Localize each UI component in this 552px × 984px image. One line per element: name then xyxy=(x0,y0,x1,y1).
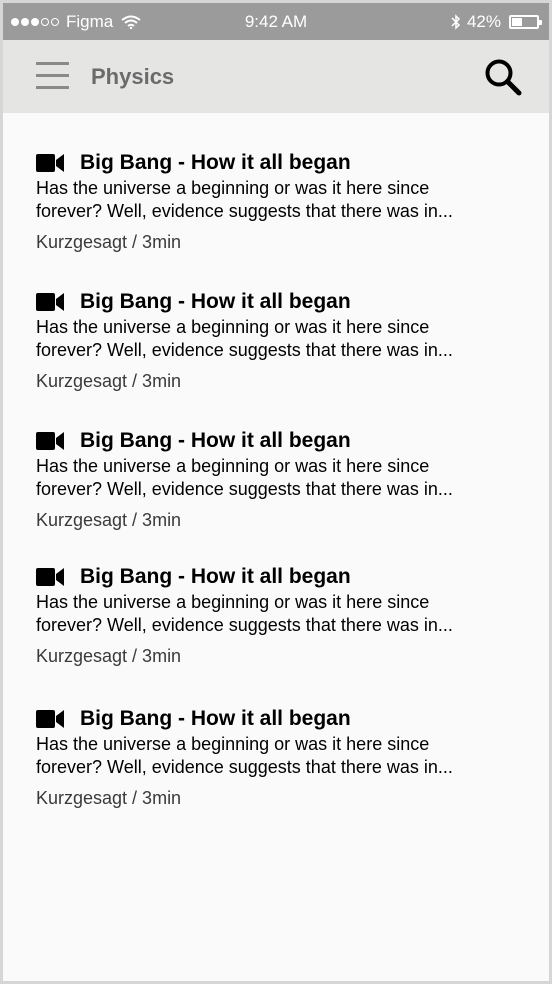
list-item[interactable]: Big Bang - How it all began Has the univ… xyxy=(36,150,526,253)
item-title-row: Big Bang - How it all began xyxy=(36,289,526,315)
phone-screen: Figma 9:42 AM 42% Physics Big Bang - How… xyxy=(3,3,549,981)
item-title: Big Bang - How it all began xyxy=(80,290,351,313)
video-camera-icon xyxy=(36,154,64,172)
item-title: Big Bang - How it all began xyxy=(80,707,351,730)
item-title-row: Big Bang - How it all began xyxy=(36,564,526,590)
item-description-line: forever? Well, evidence suggests that th… xyxy=(36,615,453,635)
item-description: Has the universe a beginning or was it h… xyxy=(36,733,526,779)
item-description-line: forever? Well, evidence suggests that th… xyxy=(36,479,453,499)
item-description-line: Has the universe a beginning or was it h… xyxy=(36,456,430,476)
item-description-line: forever? Well, evidence suggests that th… xyxy=(36,201,453,221)
app-header: Physics xyxy=(3,40,549,113)
item-meta: Kurzgesagt / 3min xyxy=(36,646,182,666)
battery-percent: 42% xyxy=(466,11,501,31)
video-camera-icon xyxy=(36,432,64,450)
item-meta: Kurzgesagt / 3min xyxy=(36,371,182,391)
battery-icon xyxy=(509,14,542,29)
status-bar: Figma 9:42 AM 42% xyxy=(3,3,549,40)
video-camera-icon xyxy=(36,568,64,586)
status-right: 42% xyxy=(451,3,542,40)
menu-line xyxy=(36,74,69,77)
item-description: Has the universe a beginning or was it h… xyxy=(36,177,526,223)
list-item[interactable]: Big Bang - How it all began Has the univ… xyxy=(36,706,526,809)
video-camera-icon xyxy=(36,293,64,311)
item-description-line: forever? Well, evidence suggests that th… xyxy=(36,757,453,777)
item-meta: Kurzgesagt / 3min xyxy=(36,510,182,530)
video-camera-icon xyxy=(36,710,64,728)
list-item[interactable]: Big Bang - How it all began Has the univ… xyxy=(36,564,526,667)
item-meta: Kurzgesagt / 3min xyxy=(36,232,182,252)
item-description-line: Has the universe a beginning or was it h… xyxy=(36,317,430,337)
item-description: Has the universe a beginning or was it h… xyxy=(36,591,526,637)
battery-level xyxy=(512,17,523,26)
item-description: Has the universe a beginning or was it h… xyxy=(36,455,526,501)
item-title-row: Big Bang - How it all began xyxy=(36,150,526,176)
search-icon[interactable] xyxy=(483,57,523,97)
item-title: Big Bang - How it all began xyxy=(80,565,351,588)
item-description-line: forever? Well, evidence suggests that th… xyxy=(36,340,453,360)
item-title: Big Bang - How it all began xyxy=(80,151,351,174)
item-description: Has the universe a beginning or was it h… xyxy=(36,316,526,362)
item-description-line: Has the universe a beginning or was it h… xyxy=(36,178,430,198)
hamburger-menu-icon[interactable] xyxy=(36,62,69,90)
page-title: Physics xyxy=(91,64,175,89)
item-title: Big Bang - How it all began xyxy=(80,429,351,452)
item-description-line: Has the universe a beginning or was it h… xyxy=(36,734,430,754)
bluetooth-icon xyxy=(451,13,461,30)
menu-line xyxy=(36,62,69,65)
item-title-row: Big Bang - How it all began xyxy=(36,428,526,454)
list-item[interactable]: Big Bang - How it all began Has the univ… xyxy=(36,428,526,531)
item-meta: Kurzgesagt / 3min xyxy=(36,788,182,808)
item-title-row: Big Bang - How it all began xyxy=(36,706,526,732)
menu-line xyxy=(36,86,69,89)
item-description-line: Has the universe a beginning or was it h… xyxy=(36,592,430,612)
list-item[interactable]: Big Bang - How it all began Has the univ… xyxy=(36,289,526,392)
